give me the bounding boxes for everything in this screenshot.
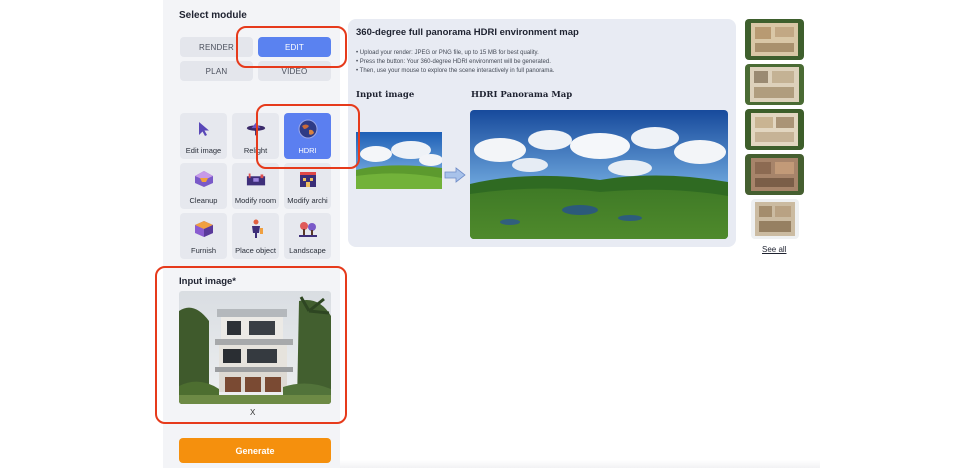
hdri-panorama-image bbox=[470, 110, 728, 239]
tool-label: Furnish bbox=[190, 246, 216, 255]
instruction-list: • Upload your render: JPEG or PNG file, … bbox=[356, 49, 554, 76]
highlight-annotation bbox=[256, 104, 360, 169]
highlight-annotation bbox=[236, 26, 347, 68]
generate-button[interactable]: Generate bbox=[179, 438, 331, 463]
instruction-item: • Press the button: Your 360-degree HDRI… bbox=[356, 59, 551, 65]
tool-modify-archi[interactable]: Modify archi bbox=[284, 163, 331, 209]
gallery-thumbnail[interactable] bbox=[745, 109, 804, 150]
gallery-thumbnail[interactable] bbox=[745, 154, 804, 195]
see-all-link[interactable]: See all bbox=[762, 245, 786, 254]
cursor-arrow-icon bbox=[194, 119, 214, 139]
tool-label: Cleanup bbox=[189, 196, 218, 205]
module-title: Select module bbox=[179, 10, 247, 21]
tool-label: Landscape bbox=[289, 246, 326, 255]
tool-label: Modify room bbox=[234, 196, 277, 205]
arrow-right-icon bbox=[444, 167, 466, 188]
room-icon bbox=[246, 169, 266, 189]
gallery-panel bbox=[820, 0, 980, 468]
tree-icon bbox=[298, 219, 318, 239]
info-title: 360-degree full panorama HDRI environmen… bbox=[356, 27, 579, 38]
tool-label: Place object bbox=[235, 246, 276, 255]
tool-label: Edit image bbox=[185, 146, 222, 155]
cleanup-icon bbox=[194, 169, 214, 189]
example-output-heading: HDRI Panorama Map bbox=[471, 90, 573, 100]
example-input-heading: Input image bbox=[356, 90, 415, 100]
tool-furnish[interactable]: Furnish bbox=[180, 213, 227, 259]
cube-furniture-icon bbox=[194, 219, 214, 239]
gallery-thumbnail[interactable] bbox=[745, 64, 804, 105]
object-figure-icon bbox=[246, 219, 266, 239]
tool-landscape[interactable]: Landscape bbox=[284, 213, 331, 259]
highlight-annotation bbox=[155, 266, 347, 424]
app-page: Select module RENDER EDIT PLAN VIDEO Edi… bbox=[0, 0, 980, 468]
instruction-item: • Then, use your mouse to explore the sc… bbox=[356, 68, 555, 74]
building-icon bbox=[298, 169, 318, 189]
instruction-item: • Upload your render: JPEG or PNG file, … bbox=[356, 50, 539, 56]
tool-modify-room[interactable]: Modify room bbox=[232, 163, 279, 209]
tool-edit-image[interactable]: Edit image bbox=[180, 113, 227, 159]
tool-cleanup[interactable]: Cleanup bbox=[180, 163, 227, 209]
example-input-image bbox=[356, 132, 442, 189]
tool-place-object[interactable]: Place object bbox=[232, 213, 279, 259]
tool-label: Modify archi bbox=[287, 196, 328, 205]
footer-divider bbox=[340, 460, 820, 468]
gallery-thumbnail[interactable] bbox=[745, 19, 804, 60]
gallery-thumbnail[interactable] bbox=[751, 199, 799, 239]
